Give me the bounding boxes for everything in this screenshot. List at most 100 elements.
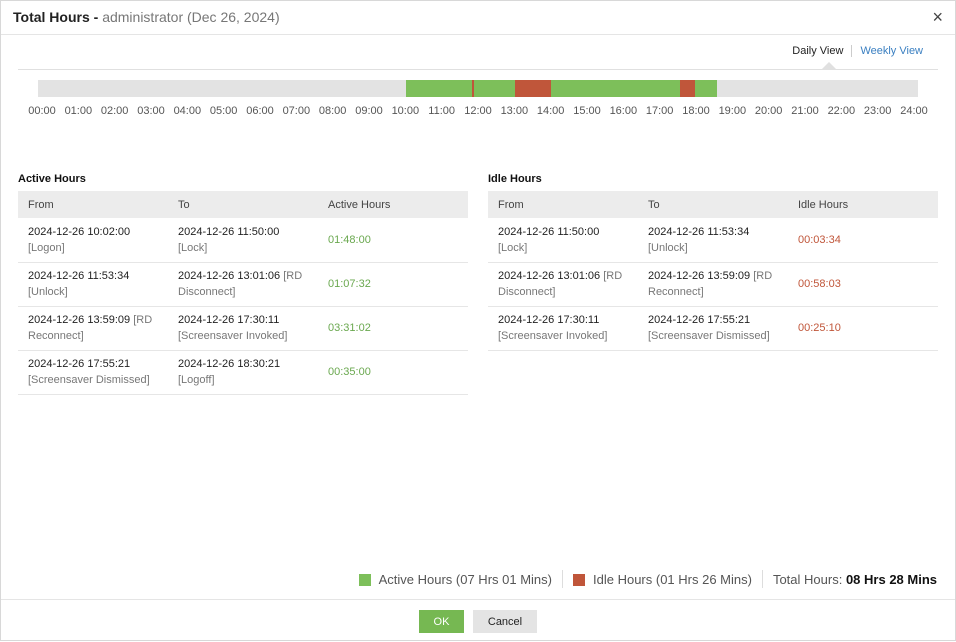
to-event: [Screensaver Invoked]	[178, 330, 288, 342]
from-time: 2024-12-26 10:02:00	[28, 225, 131, 238]
active-col-hours: Active Hours	[318, 191, 468, 218]
cell-from: 2024-12-26 17:55:21 [Screensaver Dismiss…	[18, 350, 168, 395]
active-col-from: From	[18, 191, 168, 218]
timeline-tick: 13:00	[500, 105, 529, 117]
to-time: 2024-12-26 18:30:21	[178, 358, 281, 370]
cell-from: 2024-12-26 13:59:09 [RD Reconnect]	[18, 306, 168, 351]
active-hours-table: From To Active Hours 2024-12-26 10:02:00…	[18, 191, 468, 395]
table-row: 2024-12-26 10:02:00 [Logon] 2024-12-26 11…	[18, 218, 468, 263]
cell-to: 2024-12-26 13:59:09 [RD Reconnect]	[638, 262, 788, 307]
active-view-caret	[822, 62, 836, 69]
to-time: 2024-12-26 11:50:00	[178, 225, 280, 238]
cancel-button[interactable]: Cancel	[473, 610, 537, 633]
table-row: 2024-12-26 13:01:06 [RD Disconnect] 2024-…	[488, 262, 938, 307]
from-event: [Screensaver Dismissed]	[28, 374, 150, 386]
dialog-title-text: Total Hours -	[13, 9, 103, 25]
idle-hours-table: From To Idle Hours 2024-12-26 11:50:00 […	[488, 191, 938, 351]
timeline-tick: 20:00	[754, 105, 783, 117]
timeline-tick: 11:00	[428, 105, 456, 117]
from-time: 2024-12-26 17:30:11	[498, 314, 600, 326]
idle-col-from: From	[488, 191, 638, 218]
legend-divider-2	[761, 570, 763, 588]
active-hours-title: Active Hours	[18, 173, 86, 185]
from-event: [Logon]	[28, 241, 65, 254]
table-row: 2024-12-26 17:30:11 [Screensaver Invoked…	[488, 306, 938, 351]
dialog-subtitle: administrator (Dec 26, 2024)	[102, 9, 280, 25]
weekly-view-link[interactable]: Weekly View	[852, 45, 931, 57]
to-time: 2024-12-26 13:59:09	[648, 270, 751, 282]
dialog-title: Total Hours - administrator (Dec 26, 202…	[13, 9, 280, 25]
close-icon[interactable]: ×	[932, 7, 943, 28]
from-event: [Unlock]	[28, 286, 68, 298]
from-time: 2024-12-26 11:50:00	[498, 225, 600, 238]
timeline-tick: 14:00	[536, 105, 565, 117]
timeline-tick: 16:00	[609, 105, 638, 117]
dialog-header: Total Hours - administrator (Dec 26, 202…	[1, 1, 955, 35]
timeline-tick: 03:00	[137, 105, 165, 117]
to-time: 2024-12-26 17:55:21	[648, 314, 751, 326]
cell-from: 2024-12-26 13:01:06 [RD Disconnect]	[488, 262, 638, 307]
cell-to: 2024-12-26 17:30:11 [Screensaver Invoked…	[168, 306, 318, 351]
timeline-segment-active	[405, 80, 472, 97]
cell-to: 2024-12-26 13:01:06 [RD Disconnect]	[168, 262, 318, 307]
idle-col-to: To	[638, 191, 788, 218]
cell-duration: 00:58:03	[788, 262, 938, 307]
from-time: 2024-12-26 11:53:34	[28, 270, 130, 282]
from-event: [Lock]	[498, 241, 528, 254]
from-time: 2024-12-26 17:55:21	[28, 358, 131, 370]
timeline-segment-active	[550, 80, 680, 97]
timeline-tick: 02:00	[100, 105, 129, 117]
view-switcher: Daily View Weekly View	[784, 45, 931, 57]
cell-from: 2024-12-26 11:50:00 [Lock]	[488, 218, 638, 263]
active-col-to: To	[168, 191, 318, 218]
timeline-tick: 19:00	[718, 105, 747, 117]
timeline-tick: 17:00	[645, 105, 674, 117]
timeline-tick: 00:00	[28, 105, 56, 117]
table-row: 2024-12-26 17:55:21 [Screensaver Dismiss…	[18, 350, 468, 395]
legend-total-value: 08 Hrs 28 Mins	[845, 571, 937, 587]
dialog-footer: OK Cancel	[1, 599, 955, 642]
legend-idle: Idle Hours (01 Hrs 26 Mins)	[573, 572, 752, 587]
timeline-tick: 01:00	[64, 105, 93, 117]
cell-duration: 00:03:34	[788, 218, 938, 263]
table-row: 2024-12-26 13:59:09 [RD Reconnect] 2024-1…	[18, 306, 468, 351]
to-event: [Unlock]	[648, 241, 688, 254]
timeline-segment-active	[695, 80, 717, 97]
to-event: [Lock]	[178, 241, 208, 254]
timeline-tick: 12:00	[464, 105, 492, 117]
view-divider	[18, 69, 938, 70]
cell-to: 2024-12-26 11:50:00 [Lock]	[168, 218, 318, 263]
cell-from: 2024-12-26 17:30:11 [Screensaver Invoked…	[488, 306, 638, 351]
timeline-bar	[38, 80, 918, 97]
cell-to: 2024-12-26 17:55:21 [Screensaver Dismiss…	[638, 306, 788, 351]
timeline-tick: 24:00	[900, 105, 928, 117]
idle-swatch	[573, 574, 585, 587]
summary-legend: Active Hours (07 Hrs 01 Mins) Idle Hours …	[358, 570, 937, 588]
timeline-segment-idle	[679, 80, 696, 97]
timeline-tick: 10:00	[391, 105, 420, 117]
active-swatch	[358, 574, 371, 587]
timeline-tick: 08:00	[318, 105, 347, 117]
to-event: [Screensaver Dismissed]	[648, 330, 770, 342]
timeline-ticks: 00:00 01:00 02:00 03:00 04:00 05:00 06:00 07:00…	[1, 105, 956, 119]
active-hours-section: Active Hours From To Active Hours 2024-1…	[18, 173, 468, 395]
table-row: 2024-12-26 11:53:34 [Unlock] 2024-12-26 1…	[18, 262, 468, 307]
cell-duration: 00:25:10	[788, 306, 938, 351]
to-time: 2024-12-26 17:30:11	[178, 314, 280, 326]
cell-from: 2024-12-26 10:02:00 [Logon]	[18, 218, 168, 263]
timeline-tick: 15:00	[573, 105, 601, 117]
timeline-segment-idle	[515, 80, 551, 97]
timeline-tick: 23:00	[863, 105, 892, 117]
legend-total: Total Hours: 08 Hrs 28 Mins	[773, 572, 937, 587]
daily-view-tab[interactable]: Daily View	[784, 45, 853, 57]
to-time: 2024-12-26 13:01:06	[178, 270, 281, 282]
idle-col-hours: Idle Hours	[788, 191, 938, 218]
timeline-segment-active	[474, 80, 516, 97]
ok-button[interactable]: OK	[419, 610, 464, 633]
to-time: 2024-12-26 11:53:34	[648, 225, 750, 238]
table-row: 2024-12-26 11:50:00 [Lock] 2024-12-26 11:…	[488, 218, 938, 263]
cell-duration: 00:35:00	[318, 350, 468, 395]
total-hours-dialog: Total Hours - administrator (Dec 26, 202…	[0, 0, 956, 641]
timeline-tick: 04:00	[173, 105, 202, 117]
timeline-tick: 18:00	[682, 105, 710, 117]
